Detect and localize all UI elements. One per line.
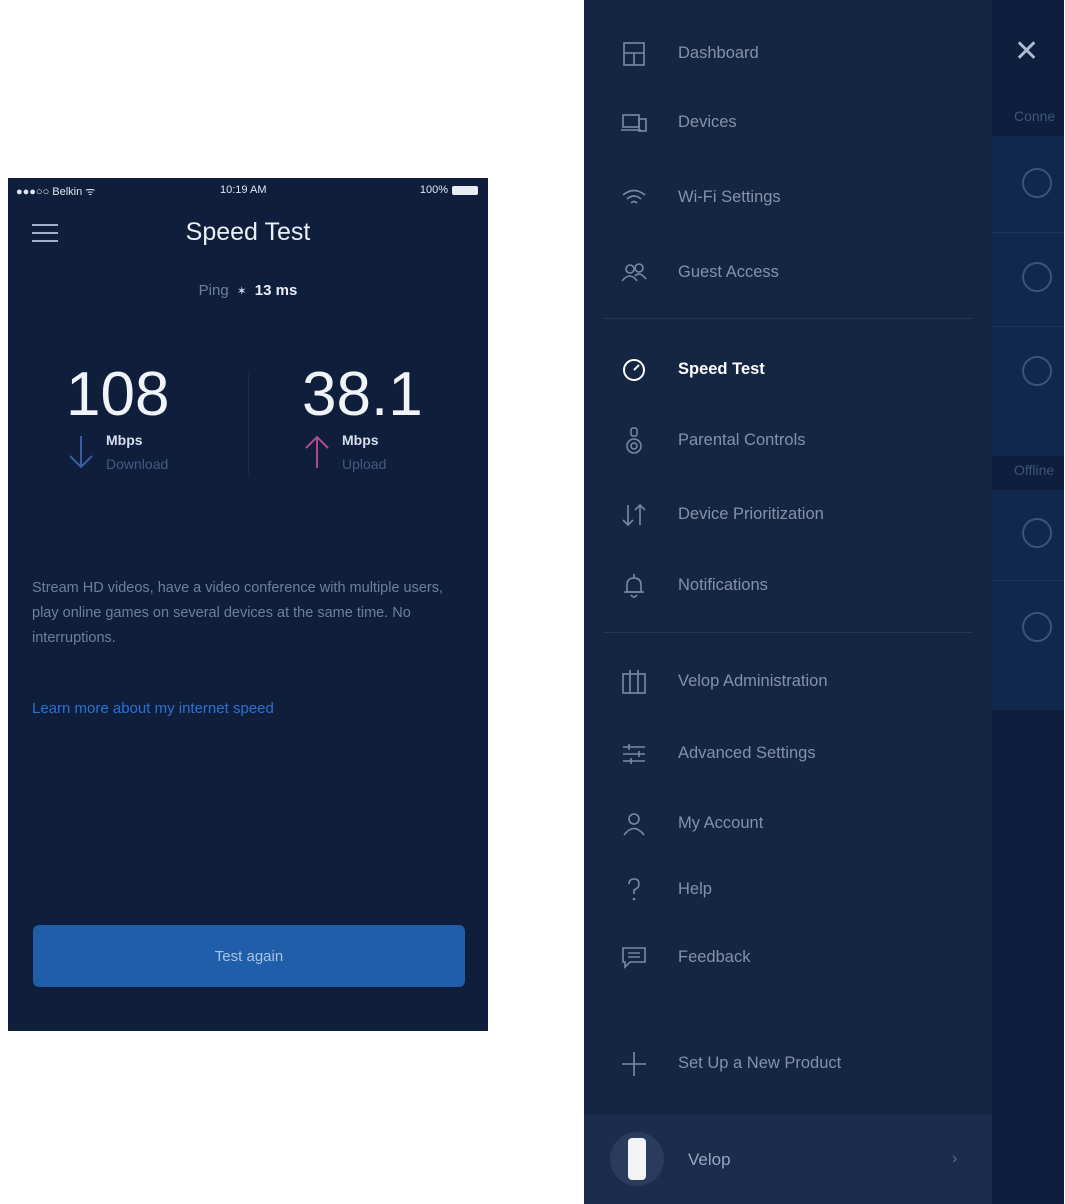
wifi-icon — [622, 189, 646, 204]
drawer-divider — [604, 318, 972, 319]
nav-item-wifi-settings[interactable]: Wi-Fi Settings — [584, 172, 992, 224]
download-unit: Mbps — [106, 432, 143, 448]
device-status-icon — [1022, 262, 1052, 292]
device-status-icon — [1022, 612, 1052, 642]
guest-icon — [621, 263, 647, 282]
nav-item-help[interactable]: Help — [584, 864, 992, 916]
dashboard-icon — [623, 42, 645, 66]
nav-item-dashboard[interactable]: Dashboard — [584, 28, 992, 80]
upload-arrow-icon — [305, 435, 329, 468]
ping-readout: Ping ✶ 13 ms — [8, 282, 488, 299]
speed-description: Stream HD videos, have a video conferenc… — [32, 580, 444, 646]
download-label: Download — [106, 456, 169, 472]
nav-item-devices[interactable]: Devices — [584, 97, 992, 149]
row-divider — [992, 232, 1064, 233]
upload-label: Upload — [342, 456, 387, 472]
velop-node-image — [610, 1132, 664, 1186]
upload-metric: 38.1 Mbps Upload — [302, 364, 502, 482]
nav-item-parental-controls[interactable]: Parental Controls — [584, 415, 992, 467]
ping-label: Ping — [198, 282, 229, 299]
sliders-icon — [623, 744, 645, 764]
clock: 10:19 AM — [220, 184, 267, 196]
test-again-button[interactable]: Test again — [33, 925, 465, 987]
device-status-icon — [1022, 356, 1052, 386]
ping-value: 13 ms — [254, 282, 298, 299]
nav-item-feedback[interactable]: Feedback — [584, 932, 992, 984]
nav-label-velop-administration: Velop Administration — [678, 672, 828, 690]
device-status-icon — [1022, 518, 1052, 548]
battery-indicator: 100% — [420, 184, 478, 196]
nav-item-velop-administration[interactable]: Velop Administration — [584, 656, 992, 708]
nav-item-notifications[interactable]: Notifications — [584, 560, 992, 612]
nav-label-dashboard: Dashboard — [678, 44, 759, 62]
learn-more-link[interactable]: Learn more about my internet speed — [32, 700, 274, 717]
nav-label-guest-access: Guest Access — [678, 263, 779, 281]
nav-label-speed-test: Speed Test — [678, 360, 765, 378]
nav-item-advanced-settings[interactable]: Advanced Settings — [584, 728, 992, 780]
feedback-icon — [622, 947, 646, 969]
chevron-right-icon: › — [952, 1150, 958, 1167]
nav-label-wifi-settings: Wi-Fi Settings — [678, 188, 781, 206]
nav-label-set-up-new-product: Set Up a New Product — [678, 1054, 842, 1072]
status-bar: ●●●○○ Belkin ᯤ 10:19 AM 100% — [8, 178, 488, 202]
parental-icon — [626, 427, 642, 454]
account-icon — [623, 813, 645, 836]
bell-icon — [624, 574, 644, 598]
carrier-label: ●●●○○ Belkin ᯤ — [16, 186, 96, 198]
nav-label-device-prioritization: Device Prioritization — [678, 505, 824, 523]
nav-label-my-account: My Account — [678, 814, 764, 832]
content-behind-drawer: ✕ Conne Offline — [992, 0, 1064, 1204]
nav-item-set-up-new-product[interactable]: Set Up a New Product — [584, 1038, 992, 1090]
close-icon[interactable]: ✕ — [1014, 37, 1042, 67]
plus-icon — [622, 1052, 646, 1076]
nav-label-parental-controls: Parental Controls — [678, 431, 806, 449]
admin-icon — [622, 670, 646, 694]
nav-label-advanced-settings: Advanced Settings — [678, 744, 816, 762]
offline-section-label: Offline — [1014, 462, 1055, 478]
battery-icon — [452, 185, 478, 195]
navigation-screen: ✕ Conne Offline Dashboard Devices Wi-Fi … — [584, 0, 1064, 1204]
network-switcher[interactable]: Velop › — [584, 1114, 992, 1204]
navigation-drawer: Dashboard Devices Wi-Fi Settings Guest A… — [584, 0, 992, 1204]
upload-value: 38.1 — [302, 360, 423, 429]
nav-label-help: Help — [678, 880, 712, 898]
nav-item-guest-access[interactable]: Guest Access — [584, 247, 992, 299]
nav-item-speed-test[interactable]: Speed Test — [584, 344, 992, 396]
nav-label-feedback: Feedback — [678, 948, 751, 966]
upload-unit: Mbps — [342, 432, 379, 448]
nav-item-device-prioritization[interactable]: Device Prioritization — [584, 489, 992, 541]
download-value: 108 — [66, 360, 170, 429]
nav-item-my-account[interactable]: My Account — [584, 798, 992, 850]
device-status-icon — [1022, 168, 1052, 198]
drawer-divider — [604, 632, 972, 633]
page-title: Speed Test — [185, 218, 311, 246]
nav-label-devices: Devices — [678, 113, 737, 131]
row-divider — [992, 326, 1064, 327]
prioritization-icon — [622, 503, 646, 527]
speed-test-screen: ●●●○○ Belkin ᯤ 10:19 AM 100% Speed Test … — [8, 178, 488, 1031]
speedometer-icon — [623, 359, 645, 381]
help-icon — [628, 878, 640, 901]
download-metric: 108 Mbps Download — [66, 364, 266, 482]
battery-percent: 100% — [419, 184, 448, 196]
devices-icon — [621, 114, 647, 132]
connected-section-label: Conne — [1014, 108, 1056, 124]
network-name: Velop — [688, 1150, 731, 1169]
row-divider — [992, 580, 1064, 581]
nav-label-notifications: Notifications — [678, 576, 768, 594]
ping-dot-icon: ✶ — [236, 284, 247, 298]
download-arrow-icon — [69, 436, 93, 469]
